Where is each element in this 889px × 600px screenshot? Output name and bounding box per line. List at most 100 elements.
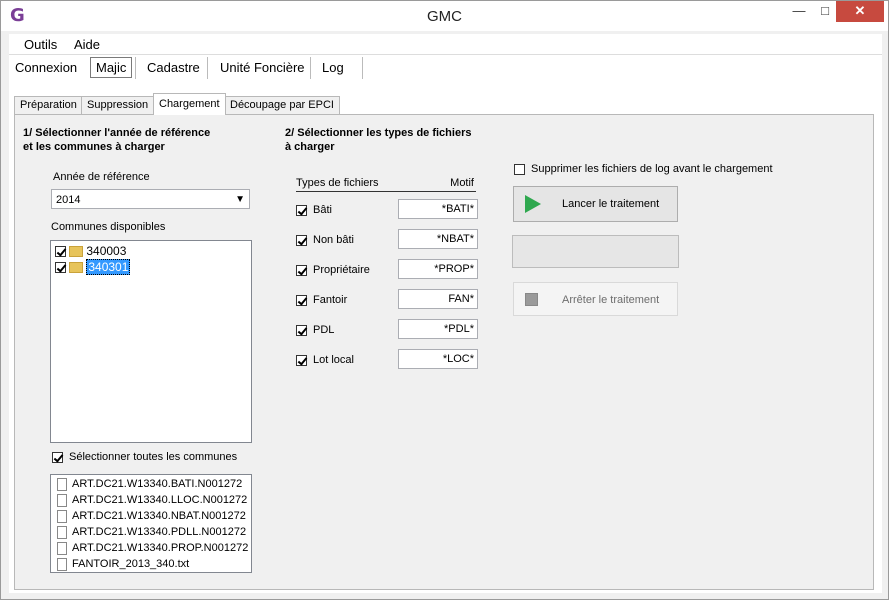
file-name: ART.DC21.W13340.PDLL.N001272 — [72, 526, 247, 538]
commune-item[interactable]: 340003 — [55, 243, 126, 259]
section1-title-line2: et les communes à charger — [23, 141, 165, 153]
year-value: 2014 — [56, 194, 81, 206]
stop-button[interactable]: Arrêter le traitement — [513, 282, 678, 316]
file-item[interactable]: FANTOIR_2013_340.txt — [57, 556, 189, 572]
file-name: FANTOIR_2013_340.txt — [72, 558, 190, 570]
section2-title: 2/ Sélectionner les types de fichiers à … — [285, 126, 471, 154]
tab-separator — [135, 57, 136, 79]
commune-checkbox[interactable] — [55, 262, 66, 274]
commune-code: 340003 — [86, 244, 127, 258]
type-checkbox[interactable] — [296, 204, 307, 216]
type-proprietaire-row[interactable]: Propriétaire — [296, 262, 370, 278]
type-label: Non bâti — [313, 234, 354, 246]
type-checkbox[interactable] — [296, 234, 307, 246]
motif-input-bati[interactable]: *BATI* — [398, 199, 478, 219]
tab-connexion[interactable]: Connexion — [9, 58, 83, 77]
motif-input-loc[interactable]: *LOC* — [398, 349, 478, 369]
year-select[interactable]: 2014 ▼ — [51, 189, 250, 209]
motif-input-pdl[interactable]: *PDL* — [398, 319, 478, 339]
close-button[interactable]: ✕ — [836, 1, 884, 22]
tab-log[interactable]: Log — [316, 58, 350, 77]
chevron-down-icon: ▼ — [235, 194, 245, 205]
select-all-checkbox[interactable] — [52, 451, 63, 463]
file-item[interactable]: ART.DC21.W13340.PDLL.N001272 — [57, 524, 246, 540]
select-all-communes[interactable]: Sélectionner toutes les communes — [52, 449, 237, 465]
delete-logs-label: Supprimer les fichiers de log avant le c… — [531, 163, 773, 175]
file-name: ART.DC21.W13340.BATI.N001272 — [72, 478, 243, 490]
type-label: Fantoir — [313, 294, 348, 306]
file-item[interactable]: ART.DC21.W13340.BATI.N001272 — [57, 476, 242, 492]
folder-icon — [69, 246, 83, 258]
play-icon — [525, 195, 541, 213]
stop-button-label: Arrêter le traitement — [562, 294, 660, 306]
commune-checkbox[interactable] — [55, 246, 66, 258]
type-checkbox[interactable] — [296, 294, 307, 306]
subtab-suppression[interactable]: Suppression — [81, 96, 155, 114]
tab-cadastre[interactable]: Cadastre — [141, 58, 206, 77]
file-types-header: Types de fichiers Motif — [296, 177, 476, 192]
type-pdl-row[interactable]: PDL — [296, 322, 334, 338]
tab-unite-fonciere[interactable]: Unité Foncière — [214, 58, 311, 77]
subtab-preparation[interactable]: Préparation — [14, 96, 83, 114]
tab-separator — [207, 57, 208, 79]
type-checkbox[interactable] — [296, 324, 307, 336]
start-button[interactable]: Lancer le traitement — [513, 186, 678, 222]
main-tabs: Connexion Majic Cadastre Unité Foncière … — [9, 55, 882, 81]
file-item[interactable]: ART.DC21.W13340.NBAT.N001272 — [57, 508, 246, 524]
type-lotlocal-row[interactable]: Lot local — [296, 352, 354, 368]
file-item[interactable]: ART.DC21.W13340.PROP.N001272 — [57, 540, 248, 556]
minimize-button[interactable]: — — [786, 1, 812, 22]
stop-icon — [525, 293, 538, 306]
menu-bar: Outils Aide — [9, 34, 882, 55]
type-bati-row[interactable]: Bâti — [296, 202, 332, 218]
progress-bar — [512, 235, 679, 268]
file-icon — [57, 557, 67, 571]
file-icon — [57, 477, 67, 491]
title-bar: G GMC — □ ✕ — [1, 1, 888, 31]
section1-title: 1/ Sélectionner l'année de référence et … — [23, 126, 210, 154]
delete-logs-checkbox[interactable] — [514, 163, 525, 175]
section1-title-line1: 1/ Sélectionner l'année de référence — [23, 127, 211, 139]
menu-outils[interactable]: Outils — [24, 37, 57, 52]
subtab-chargement[interactable]: Chargement — [153, 93, 226, 115]
motif-input-prop[interactable]: *PROP* — [398, 259, 478, 279]
file-name: ART.DC21.W13340.PROP.N001272 — [72, 542, 249, 554]
type-checkbox[interactable] — [296, 264, 307, 276]
file-icon — [57, 509, 67, 523]
delete-logs-option[interactable]: Supprimer les fichiers de log avant le c… — [514, 161, 773, 177]
year-label: Année de référence — [53, 171, 150, 183]
col-types: Types de fichiers — [296, 177, 379, 189]
files-list[interactable]: ART.DC21.W13340.BATI.N001272 ART.DC21.W1… — [50, 474, 252, 573]
col-motif: Motif — [450, 177, 474, 189]
window-title: GMC — [427, 8, 462, 25]
tab-separator — [310, 57, 311, 79]
commune-item[interactable]: 340301 — [55, 259, 131, 275]
file-item[interactable]: ART.DC21.W13340.LLOC.N001272 — [57, 492, 247, 508]
type-label: Bâti — [313, 204, 332, 216]
file-icon — [57, 541, 67, 555]
type-fantoir-row[interactable]: Fantoir — [296, 292, 347, 308]
folder-icon — [69, 262, 83, 274]
select-all-label: Sélectionner toutes les communes — [69, 451, 238, 463]
commune-code: 340301 — [86, 259, 131, 275]
communes-tree[interactable]: 340003 340301 — [50, 240, 252, 443]
communes-label: Communes disponibles — [51, 221, 166, 233]
section2-title-line2: à charger — [285, 141, 335, 153]
start-button-label: Lancer le traitement — [562, 198, 660, 210]
motif-input-fan[interactable]: FAN* — [398, 289, 478, 309]
file-icon — [57, 525, 67, 539]
section2-title-line1: 2/ Sélectionner les types de fichiers — [285, 127, 472, 139]
tab-separator — [362, 57, 363, 79]
tab-majic[interactable]: Majic — [90, 57, 133, 78]
maximize-button[interactable]: □ — [812, 1, 838, 22]
file-icon — [57, 493, 67, 507]
subtab-decoupage-epci[interactable]: Découpage par EPCI — [224, 96, 340, 114]
type-label: Propriétaire — [313, 264, 370, 276]
type-nonbati-row[interactable]: Non bâti — [296, 232, 354, 248]
file-name: ART.DC21.W13340.NBAT.N001272 — [72, 510, 246, 522]
menu-aide[interactable]: Aide — [74, 37, 100, 52]
type-label: Lot local — [313, 354, 354, 366]
type-checkbox[interactable] — [296, 354, 307, 366]
motif-input-nbat[interactable]: *NBAT* — [398, 229, 478, 249]
file-name: ART.DC21.W13340.LLOC.N001272 — [72, 494, 248, 506]
